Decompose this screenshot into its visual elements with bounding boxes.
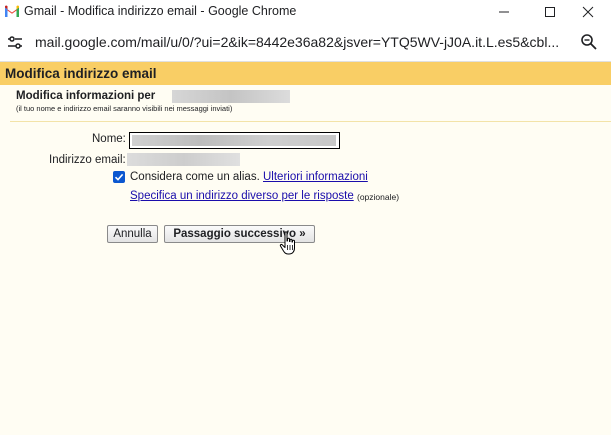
different-reply-address-link[interactable]: Specifica un indirizzo diverso per le ri… xyxy=(130,190,354,202)
section-title: Modifica informazioni per xyxy=(16,90,156,102)
address-bar: mail.google.com/mail/u/0/?ui=2&ik=8442e3… xyxy=(0,24,611,62)
zoom-icon[interactable] xyxy=(580,33,598,51)
divider xyxy=(10,121,611,122)
name-input[interactable] xyxy=(129,132,340,149)
url-field[interactable]: mail.google.com/mail/u/0/?ui=2&ik=8442e3… xyxy=(35,34,565,50)
window-title: Gmail - Modifica indirizzo email - Googl… xyxy=(24,4,297,18)
dialog-title: Modifica indirizzo email xyxy=(5,66,157,81)
maximize-icon xyxy=(545,7,555,17)
close-icon xyxy=(582,6,594,18)
email-label: Indirizzo email: xyxy=(49,154,126,166)
alias-checkbox[interactable] xyxy=(113,171,125,183)
gmail-icon xyxy=(4,4,20,17)
window-titlebar: Gmail - Modifica indirizzo email - Googl… xyxy=(0,0,611,24)
tune-icon[interactable] xyxy=(6,34,24,52)
close-button[interactable] xyxy=(565,0,611,24)
minimize-button[interactable] xyxy=(481,0,527,24)
optional-note: (opzionale) xyxy=(357,192,400,202)
alias-label: Considera come un alias. xyxy=(130,171,260,183)
checkmark-icon xyxy=(114,173,124,181)
redacted-email-value xyxy=(127,153,240,166)
more-info-link[interactable]: Ulteriori informazioni xyxy=(263,171,368,183)
hand-pointer-icon xyxy=(279,231,299,257)
redacted-name xyxy=(132,135,336,146)
name-label: Nome: xyxy=(92,133,126,145)
minimize-icon xyxy=(499,11,509,13)
section-note: (il tuo nome e indirizzo email saranno v… xyxy=(16,104,233,113)
dialog-header: Modifica indirizzo email xyxy=(0,62,611,85)
cancel-button[interactable]: Annulla xyxy=(107,225,158,243)
redacted-email xyxy=(172,90,290,103)
